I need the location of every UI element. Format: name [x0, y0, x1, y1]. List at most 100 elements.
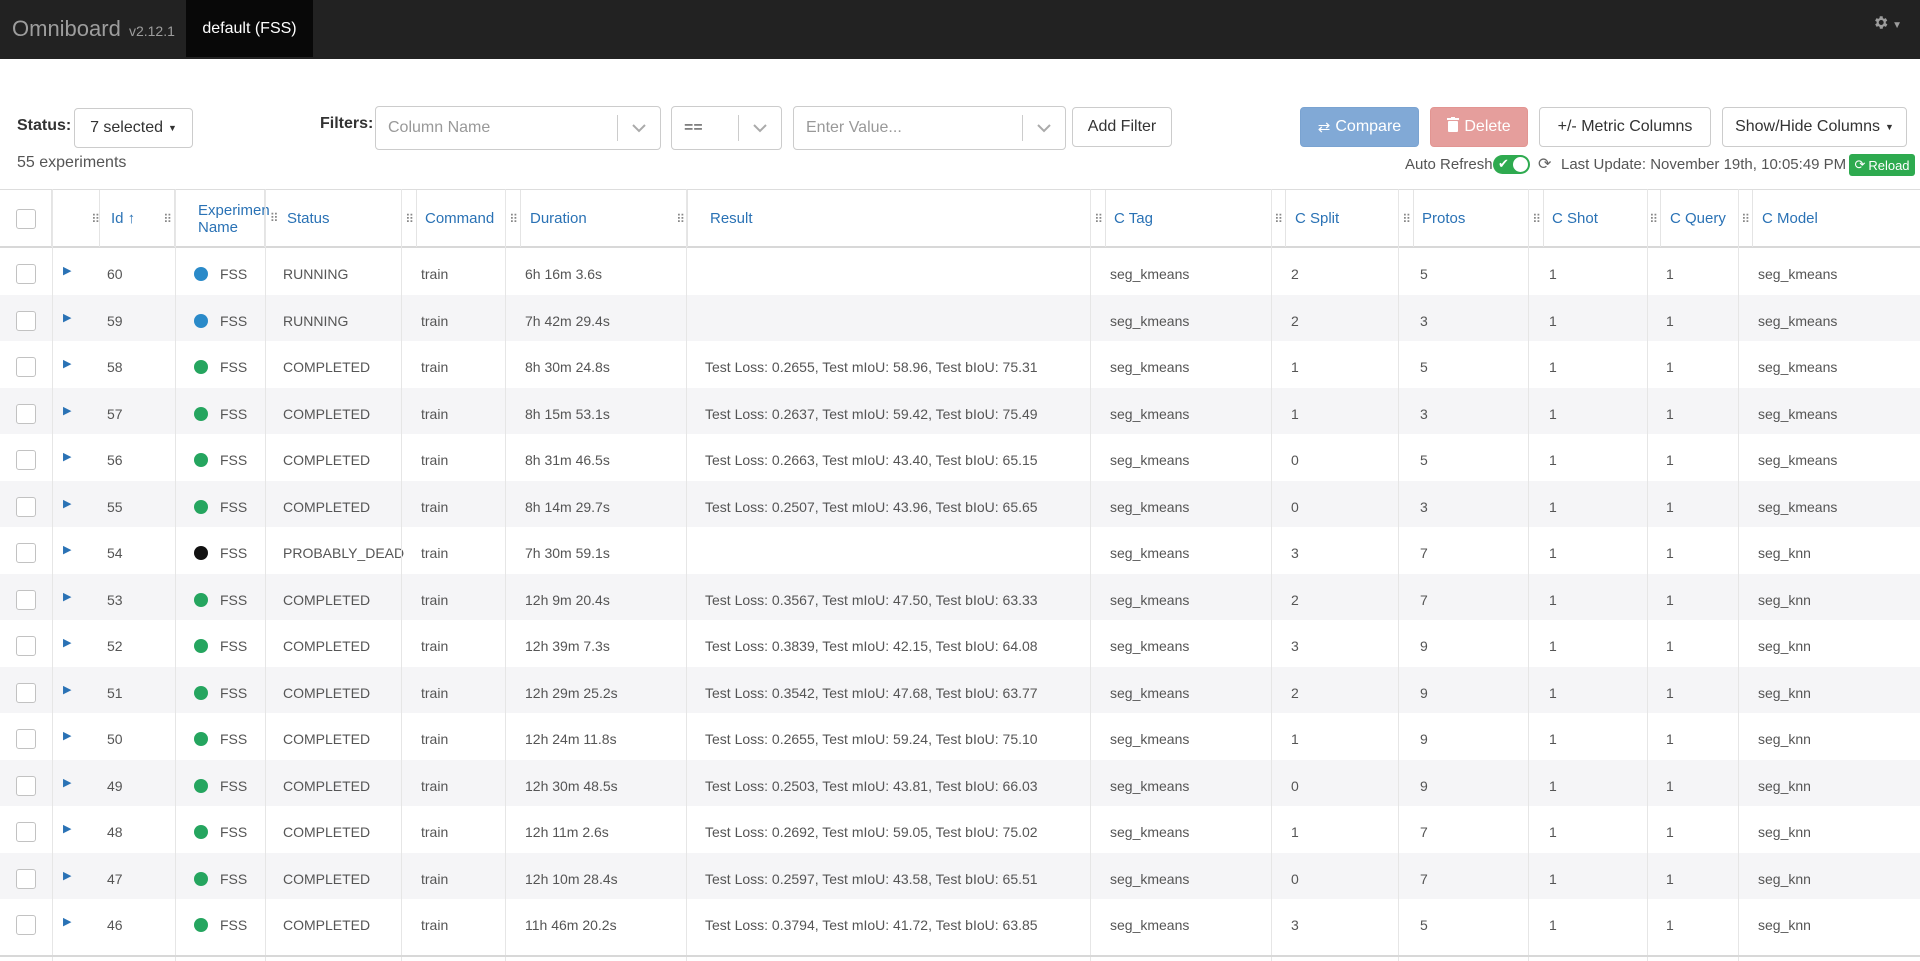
- caret-down-icon: ▼: [1885, 122, 1894, 132]
- drag-handle-icon[interactable]: ⠿: [1094, 212, 1103, 226]
- cell-experiment-name: FSS: [175, 899, 265, 946]
- drag-handle-icon[interactable]: ⠿: [1402, 212, 1411, 226]
- expand-row-icon[interactable]: ▶: [63, 590, 71, 603]
- column-header-c-tag[interactable]: C Tag ⠿: [1106, 190, 1286, 247]
- operator-select[interactable]: ==: [671, 106, 782, 150]
- cell-c-model: seg_knn: [1758, 591, 1811, 608]
- table-row[interactable]: ▶ 46 FSS COMPLETED train 11h 46m 20.2s Test Lo…: [0, 899, 1920, 946]
- chevron-down-icon[interactable]: [1023, 123, 1065, 133]
- expand-row-icon[interactable]: ▶: [63, 636, 71, 649]
- column-header-name-label: Experimen Name: [198, 202, 270, 236]
- drag-handle-icon[interactable]: ⠿: [405, 212, 414, 226]
- expand-row-icon[interactable]: ▶: [63, 822, 71, 835]
- table-row[interactable]: ▶ 56 FSS COMPLETED train 8h 31m 46.5s Test Los…: [0, 434, 1920, 481]
- database-tab[interactable]: default (FSS): [186, 0, 313, 57]
- row-checkbox[interactable]: [16, 915, 36, 936]
- table-row[interactable]: ▶ 49 FSS COMPLETED train 12h 30m 48.5s Test Lo…: [0, 759, 1920, 806]
- experiment-name: FSS: [220, 405, 248, 422]
- row-checkbox[interactable]: [16, 543, 36, 564]
- add-filter-button[interactable]: Add Filter: [1072, 107, 1172, 147]
- column-header-result[interactable]: Result ⠿: [688, 190, 1106, 247]
- table-row[interactable]: ▶ 52 FSS COMPLETED train 12h 39m 7.3s Test Los…: [0, 620, 1920, 667]
- cell-status: COMPLETED: [283, 684, 371, 701]
- chevron-down-icon[interactable]: [739, 123, 781, 133]
- column-header-c-split[interactable]: C Split ⠿: [1286, 190, 1414, 247]
- cell-c-split: 0: [1291, 870, 1299, 887]
- drag-handle-icon[interactable]: ⠿: [1274, 212, 1283, 226]
- row-checkbox[interactable]: [16, 868, 36, 889]
- column-header-status[interactable]: Status ⠿: [265, 190, 417, 247]
- expand-row-icon[interactable]: ▶: [63, 264, 71, 277]
- column-header-experiment-name[interactable]: Experimen Name ⠿: [175, 190, 278, 247]
- table-row[interactable]: ▶ 51 FSS COMPLETED train 12h 29m 25.2s Test Lo…: [0, 666, 1920, 713]
- drag-handle-icon[interactable]: ⠿: [676, 212, 685, 226]
- column-name-select[interactable]: Column Name: [375, 106, 661, 150]
- metric-columns-button[interactable]: +/- Metric Columns: [1539, 107, 1711, 147]
- row-checkbox[interactable]: [16, 496, 36, 517]
- expand-row-icon[interactable]: ▶: [63, 357, 71, 370]
- row-checkbox[interactable]: [16, 775, 36, 796]
- cell-c-shot: 1: [1549, 731, 1557, 748]
- status-filter-dropdown[interactable]: 7 selected ▼: [74, 108, 193, 148]
- cell-c-split: 3: [1291, 545, 1299, 562]
- row-checkbox[interactable]: [16, 729, 36, 750]
- column-header-c-shot[interactable]: C Shot ⠿: [1544, 190, 1661, 247]
- table-row[interactable]: ▶ 59 FSS RUNNING train 7h 42m 29.4s seg_kmeans…: [0, 294, 1920, 341]
- drag-handle-icon[interactable]: ⠿: [1649, 212, 1658, 226]
- row-checkbox[interactable]: [16, 822, 36, 843]
- expand-row-icon[interactable]: ▶: [63, 497, 71, 510]
- cell-duration: 12h 30m 48.5s: [525, 777, 618, 794]
- expand-row-icon[interactable]: ▶: [63, 311, 71, 324]
- settings-menu-button[interactable]: ▼: [1872, 14, 1902, 37]
- auto-refresh-toggle[interactable]: ✔: [1493, 155, 1530, 174]
- drag-handle-icon[interactable]: ⠿: [1532, 212, 1541, 226]
- table-row[interactable]: ▶ 58 FSS COMPLETED train 8h 30m 24.8s Test Los…: [0, 341, 1920, 388]
- table-row[interactable]: ▶ 47 FSS COMPLETED train 12h 10m 28.4s Test Lo…: [0, 852, 1920, 899]
- app-title[interactable]: Omniboard: [12, 16, 121, 41]
- app-brand[interactable]: Omniboard v2.12.1: [12, 16, 175, 42]
- expand-row-icon[interactable]: ▶: [63, 729, 71, 742]
- column-header-c-model[interactable]: C Model: [1753, 190, 1920, 247]
- row-checkbox[interactable]: [16, 403, 36, 424]
- row-checkbox[interactable]: [16, 310, 36, 331]
- drag-handle-icon[interactable]: ⠿: [509, 212, 518, 226]
- drag-handle-icon[interactable]: ⠿: [163, 212, 172, 226]
- row-checkbox[interactable]: [16, 636, 36, 657]
- row-select-cell: [0, 481, 52, 528]
- expand-row-icon[interactable]: ▶: [63, 915, 71, 928]
- expand-row-icon[interactable]: ▶: [63, 776, 71, 789]
- cell-status: COMPLETED: [283, 405, 371, 422]
- table-row[interactable]: ▶ 55 FSS COMPLETED train 8h 14m 29.7s Test Los…: [0, 480, 1920, 528]
- column-header-duration[interactable]: Duration ⠿: [521, 190, 688, 247]
- table-row[interactable]: ▶ 57 FSS COMPLETED train 8h 15m 53.1s Test Los…: [0, 387, 1920, 434]
- drag-handle-icon[interactable]: ⠿: [1741, 212, 1750, 226]
- drag-handle-icon[interactable]: ⠿: [91, 212, 100, 226]
- filter-value-select[interactable]: Enter Value...: [793, 106, 1066, 150]
- table-row[interactable]: ▶ 48 FSS COMPLETED train 12h 11m 2.6s Test Los…: [0, 806, 1920, 853]
- column-header-c-query[interactable]: C Query ⠿: [1661, 190, 1753, 247]
- expand-row-icon[interactable]: ▶: [63, 683, 71, 696]
- row-checkbox[interactable]: [16, 264, 36, 285]
- table-row[interactable]: ▶ 54 FSS PROBABLY_DEAD train 7h 30m 59.1s seg_…: [0, 527, 1920, 574]
- show-hide-columns-button[interactable]: Show/Hide Columns ▼: [1722, 107, 1907, 147]
- delete-button[interactable]: Delete: [1430, 107, 1528, 147]
- row-expand-cell: ▶: [52, 899, 100, 946]
- row-checkbox[interactable]: [16, 450, 36, 471]
- chevron-down-icon[interactable]: [618, 123, 660, 133]
- row-checkbox[interactable]: [16, 589, 36, 610]
- expand-row-icon[interactable]: ▶: [63, 869, 71, 882]
- select-all-checkbox[interactable]: [15, 208, 36, 229]
- row-checkbox[interactable]: [16, 682, 36, 703]
- expand-row-icon[interactable]: ▶: [63, 450, 71, 463]
- row-checkbox[interactable]: [16, 357, 36, 378]
- table-row[interactable]: ▶ 50 FSS COMPLETED train 12h 24m 11.8s Test Lo…: [0, 713, 1920, 760]
- table-row[interactable]: ▶ 53 FSS COMPLETED train 12h 9m 20.4s Test Los…: [0, 573, 1920, 620]
- compare-button[interactable]: ⇄ Compare: [1300, 107, 1419, 147]
- expand-row-icon[interactable]: ▶: [63, 543, 71, 556]
- reload-button[interactable]: ⟳ Reload: [1849, 154, 1915, 176]
- expand-row-icon[interactable]: ▶: [63, 404, 71, 417]
- column-header-protos[interactable]: Protos ⠿: [1414, 190, 1544, 247]
- column-header-id[interactable]: Id ↑ ⠿: [100, 190, 175, 247]
- table-row[interactable]: ▶ 60 FSS RUNNING train 6h 16m 3.6s seg_kmeans 2…: [0, 248, 1920, 295]
- cell-c-model: seg_knn: [1758, 917, 1811, 934]
